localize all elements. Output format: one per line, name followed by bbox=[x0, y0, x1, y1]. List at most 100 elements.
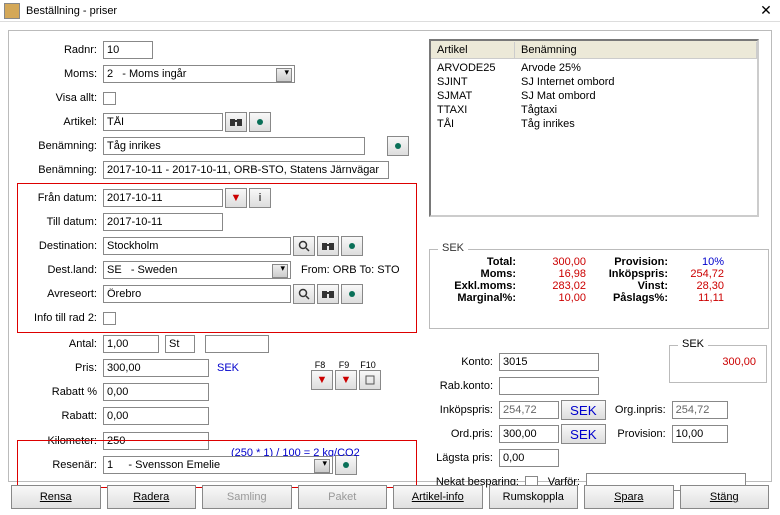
antal-unit-input[interactable] bbox=[165, 335, 195, 353]
article-code: TÅI bbox=[431, 118, 515, 130]
inkopspris-label2: Inköpspris: bbox=[594, 268, 668, 280]
rensa-button[interactable]: Rensa bbox=[11, 485, 101, 509]
artikelinfo-button[interactable]: Artikel-info bbox=[393, 485, 483, 509]
konto-input[interactable] bbox=[499, 353, 599, 371]
antal-extra-input bbox=[205, 335, 269, 353]
f9-label: F9 bbox=[333, 360, 355, 370]
ordpris-label: Ord.pris: bbox=[429, 428, 499, 440]
konto-label: Konto: bbox=[429, 356, 499, 368]
f10-button[interactable] bbox=[359, 370, 381, 390]
sek-mini-legend: SEK bbox=[678, 338, 708, 350]
benamning2-label: Benämning: bbox=[17, 164, 103, 176]
resenar-select[interactable] bbox=[103, 456, 333, 474]
article-list[interactable]: Artikel Benämning ARVODE25Arvode 25%SJIN… bbox=[429, 39, 759, 217]
provision-input[interactable] bbox=[672, 425, 728, 443]
pris-currency: SEK bbox=[209, 362, 269, 374]
f9-button[interactable]: ▼ bbox=[335, 370, 357, 390]
inkopspris-label: Inköpspris: bbox=[429, 404, 499, 416]
rabatt-input[interactable] bbox=[103, 407, 209, 425]
binoculars-icon[interactable] bbox=[225, 112, 247, 132]
stang-button[interactable]: Stäng bbox=[680, 485, 770, 509]
fkeys: F8▼ F9▼ F10 bbox=[309, 360, 379, 390]
article-row[interactable]: TTAXITågtaxi bbox=[431, 103, 757, 117]
main-frame: Radnr: Moms: Visa allt: Artikel: Benämni… bbox=[8, 30, 772, 482]
benamning2-input[interactable] bbox=[103, 161, 389, 179]
radera-button[interactable]: Radera bbox=[107, 485, 197, 509]
orginpris-label: Org.inpris: bbox=[606, 404, 672, 416]
total-value: 300,00 bbox=[524, 256, 586, 268]
rabattp-label: Rabatt % bbox=[17, 386, 103, 398]
pris-label: Pris: bbox=[17, 362, 103, 374]
provision-value: 10% bbox=[676, 256, 724, 268]
samling-button: Samling bbox=[202, 485, 292, 509]
article-name: Tågtaxi bbox=[515, 104, 757, 116]
marginal-label: Marginal%: bbox=[442, 292, 516, 304]
lagsta-input[interactable] bbox=[499, 449, 559, 467]
col-artikel-header[interactable]: Artikel bbox=[431, 42, 515, 58]
window-title: Beställning - priser bbox=[26, 5, 756, 17]
app-icon bbox=[4, 3, 20, 19]
f10-label: F10 bbox=[357, 360, 379, 370]
exklmoms-label: Exkl.moms: bbox=[442, 280, 516, 292]
article-name: Arvode 25% bbox=[515, 62, 757, 74]
visa-checkbox[interactable] bbox=[103, 92, 116, 105]
article-code: SJMAT bbox=[431, 90, 515, 102]
radnr-label: Radnr: bbox=[17, 44, 103, 56]
benamning-label: Benämning: bbox=[17, 140, 103, 152]
sek-button[interactable]: SEK bbox=[561, 400, 606, 420]
rabatt-label: Rabatt: bbox=[17, 410, 103, 422]
artikel-input[interactable] bbox=[103, 113, 223, 131]
vinst-value: 28,30 bbox=[676, 280, 724, 292]
article-row[interactable]: SJMATSJ Mat ombord bbox=[431, 89, 757, 103]
sek-button2[interactable]: SEK bbox=[561, 424, 606, 444]
article-code: TTAXI bbox=[431, 104, 515, 116]
rabkonto-input[interactable] bbox=[499, 377, 599, 395]
vinst-label: Vinst: bbox=[594, 280, 668, 292]
col-benamning-header[interactable]: Benämning bbox=[515, 42, 757, 58]
rabkonto-label: Rab.konto: bbox=[429, 380, 499, 392]
provision-label: Provision: bbox=[594, 256, 668, 268]
moms-label2: Moms: bbox=[442, 268, 516, 280]
article-name: SJ Internet ombord bbox=[515, 76, 757, 88]
moms-select[interactable] bbox=[103, 65, 295, 83]
visa-label: Visa allt: bbox=[17, 92, 103, 104]
dot-icon[interactable] bbox=[387, 136, 409, 156]
moms-value: 16,98 bbox=[524, 268, 586, 280]
dot-icon[interactable] bbox=[249, 112, 271, 132]
lagsta-label: Lägsta pris: bbox=[429, 452, 499, 464]
travel-section-highlight bbox=[17, 183, 417, 333]
total-label: Total: bbox=[442, 256, 516, 268]
pris-input[interactable] bbox=[103, 359, 209, 377]
f8-button[interactable]: ▼ bbox=[311, 370, 333, 390]
marginal-value: 10,00 bbox=[524, 292, 586, 304]
article-row[interactable]: ARVODE25Arvode 25% bbox=[431, 61, 757, 75]
paslag-label: Påslags%: bbox=[594, 292, 668, 304]
antal-label: Antal: bbox=[17, 338, 103, 350]
rumskoppla-button[interactable]: Rumskoppla bbox=[489, 485, 579, 509]
exklmoms-value: 283,02 bbox=[524, 280, 586, 292]
ordpris-input[interactable] bbox=[499, 425, 559, 443]
benamning-input[interactable] bbox=[103, 137, 365, 155]
article-name: Tåg inrikes bbox=[515, 118, 757, 130]
article-row[interactable]: TÅITåg inrikes bbox=[431, 117, 757, 131]
f8-label: F8 bbox=[309, 360, 331, 370]
moms-label: Moms: bbox=[17, 68, 103, 80]
sek-legend: SEK bbox=[438, 242, 468, 254]
inkopspris-input[interactable] bbox=[499, 401, 559, 419]
radnr-input[interactable] bbox=[103, 41, 153, 59]
article-name: SJ Mat ombord bbox=[515, 90, 757, 102]
orginpris-input bbox=[672, 401, 728, 419]
provision-label2: Provision: bbox=[606, 428, 672, 440]
article-code: SJINT bbox=[431, 76, 515, 88]
spara-button[interactable]: Spara bbox=[584, 485, 674, 509]
artikel-label: Artikel: bbox=[17, 116, 103, 128]
inkopspris-value: 254,72 bbox=[676, 268, 724, 280]
antal-input[interactable] bbox=[103, 335, 159, 353]
rabattp-input[interactable] bbox=[103, 383, 209, 401]
article-row[interactable]: SJINTSJ Internet ombord bbox=[431, 75, 757, 89]
paket-button: Paket bbox=[298, 485, 388, 509]
article-code: ARVODE25 bbox=[431, 62, 515, 74]
close-icon[interactable]: ✕ bbox=[756, 2, 776, 19]
destland-select[interactable] bbox=[103, 261, 291, 279]
paslag-value: 11,11 bbox=[676, 292, 724, 304]
